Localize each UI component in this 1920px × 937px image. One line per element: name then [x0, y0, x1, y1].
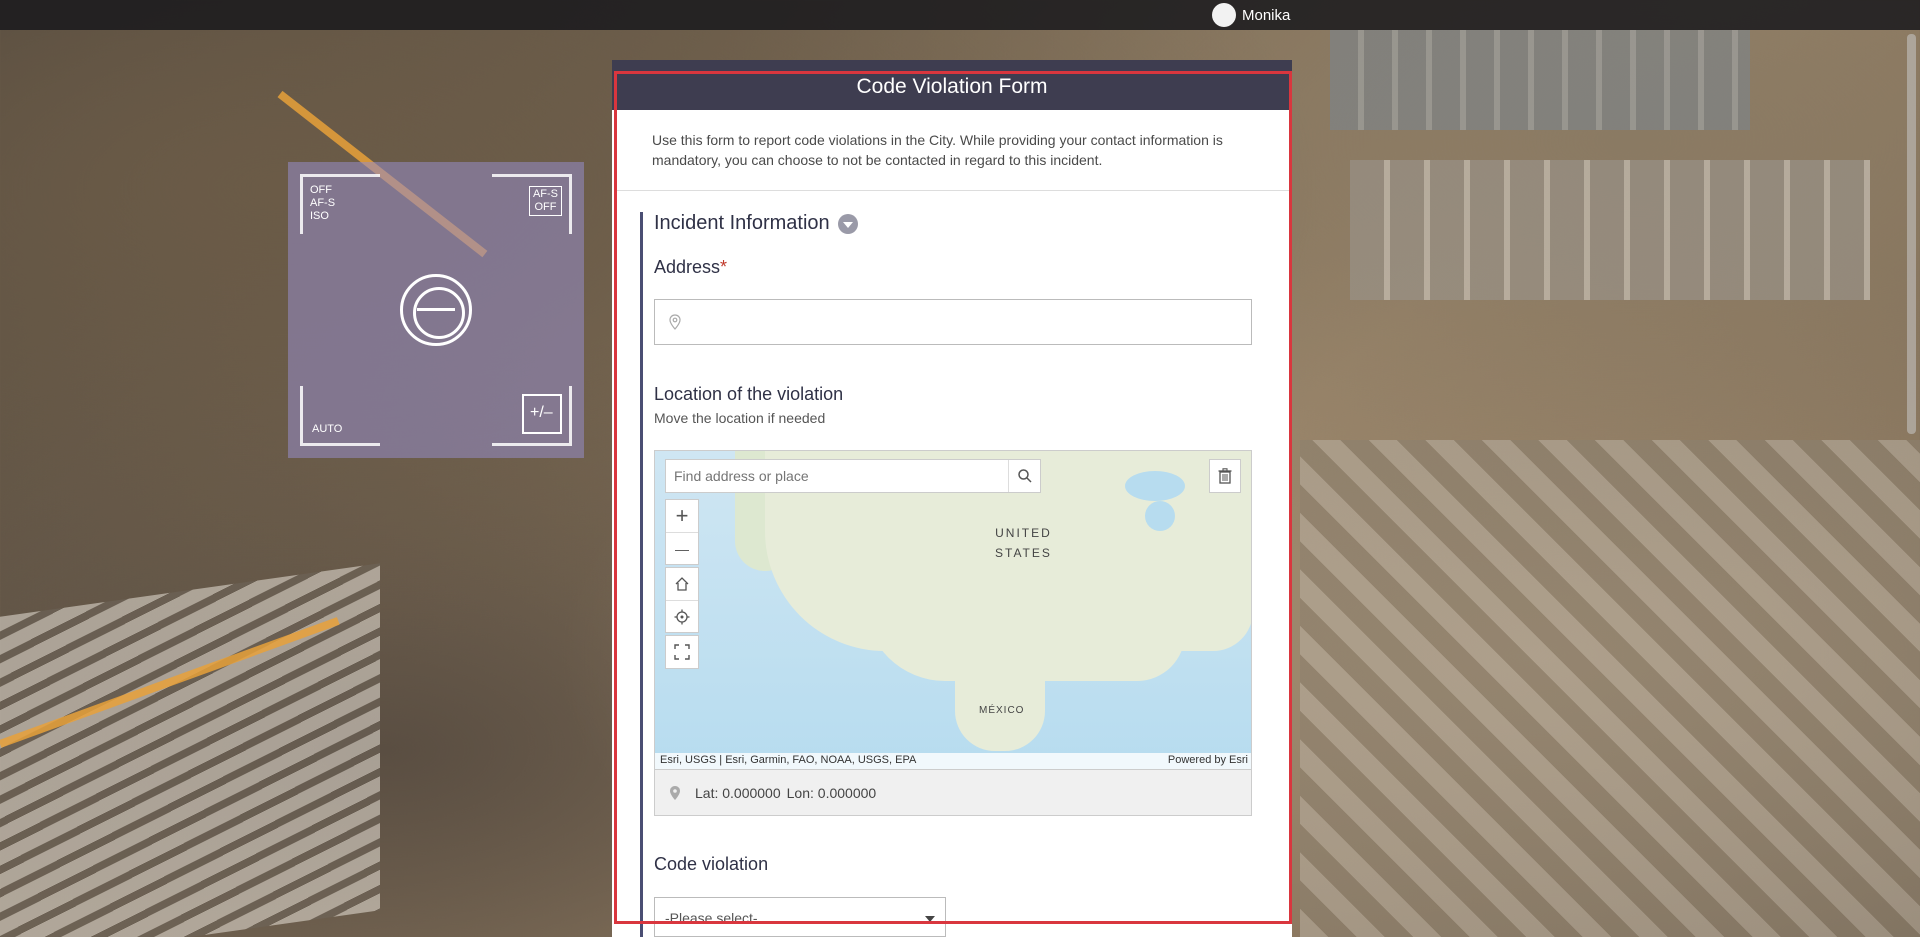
top-bar: Monika	[0, 0, 1920, 30]
avatar[interactable]	[1212, 3, 1236, 27]
chevron-down-icon	[925, 916, 935, 922]
section-header-incident[interactable]: Incident Information	[654, 212, 858, 235]
background-building	[1300, 440, 1920, 937]
section-accent-bar	[640, 212, 643, 937]
map-search-button[interactable]	[1008, 460, 1040, 492]
map-label-mexico: MÉXICO	[979, 705, 1025, 716]
fullscreen-control	[665, 635, 699, 669]
camera-mode-label: OFF	[310, 184, 332, 196]
search-icon	[1017, 469, 1032, 483]
location-pin-icon	[669, 314, 681, 330]
camera-mode-label: ISO	[310, 210, 329, 222]
map-label-us: UNITED STATES	[995, 523, 1052, 563]
attribution-left: Esri, USGS | Esri, Garmin, FAO, NOAA, US…	[660, 754, 917, 766]
camera-viewfinder-graphic: OFF AF-S ISO AF-S OFF AUTO +/–	[288, 162, 584, 458]
camera-modes: OFF AF-S ISO	[310, 184, 335, 223]
exposure-icon: +/–	[522, 394, 562, 434]
location-hint: Move the location if needed	[654, 410, 826, 426]
required-marker: *	[720, 257, 728, 277]
viewfinder-corner	[300, 386, 380, 446]
longitude-value: Lon: 0.000000	[786, 784, 877, 801]
code-violation-label: Code violation	[654, 854, 769, 874]
form-header: Code Violation Form	[612, 60, 1292, 110]
location-label: Location of the violation	[654, 384, 844, 404]
address-label-text: Address	[654, 257, 721, 277]
zoom-out-button[interactable]: —	[666, 532, 698, 564]
crosshair-icon	[674, 609, 690, 624]
divider	[614, 190, 1290, 191]
af-badge: AF-S OFF	[528, 186, 562, 216]
zoom-controls: + —	[665, 499, 699, 565]
locate-button[interactable]	[666, 600, 698, 632]
location-map[interactable]: UNITED STATES MÉXICO Find address or pla…	[654, 450, 1252, 770]
coordinates-bar: Lat: 0.000000 Lon: 0.000000	[654, 770, 1252, 816]
map-nav-controls	[665, 567, 699, 633]
home-button[interactable]	[666, 568, 698, 600]
attribution-right[interactable]: Powered by Esri	[1168, 754, 1248, 768]
af-badge-label: OFF	[534, 201, 557, 213]
form-title: Code Violation Form	[856, 75, 1048, 98]
exposure-label: +/–	[530, 404, 553, 421]
collapse-toggle-icon[interactable]	[837, 213, 858, 234]
background-building	[0, 563, 380, 937]
zoom-in-button[interactable]: +	[666, 500, 698, 532]
latitude-value: Lat: 0.000000	[695, 784, 781, 801]
fullscreen-button[interactable]	[666, 636, 698, 668]
clear-location-button[interactable]	[1209, 459, 1241, 493]
scrollbar-thumb[interactable]	[1907, 34, 1916, 434]
map-label-text: STATES	[995, 546, 1052, 560]
section-title: Incident Information	[654, 212, 830, 234]
map-lake	[1125, 471, 1185, 501]
map-search-input[interactable]	[666, 460, 1008, 492]
address-label: Address*	[654, 257, 727, 278]
camera-mode-label: AF-S	[310, 197, 336, 209]
zoom-out-icon: —	[675, 540, 689, 557]
af-badge-label: AF-S	[532, 188, 558, 200]
username: Monika	[1242, 6, 1291, 24]
trash-icon	[1218, 468, 1232, 484]
fullscreen-icon	[674, 644, 690, 660]
map-search-box[interactable]	[665, 459, 1041, 493]
shutter-icon	[400, 274, 472, 346]
form-panel: Code Violation Form Use this form to rep…	[612, 60, 1292, 937]
home-icon	[675, 577, 689, 591]
map-label-text: UNITED	[995, 526, 1052, 540]
user-menu[interactable]: Monika	[1212, 3, 1290, 27]
zoom-in-icon: +	[675, 503, 689, 528]
code-violation-select[interactable]: -Please select-	[654, 897, 946, 937]
map-lake	[1145, 501, 1175, 531]
address-input[interactable]	[654, 299, 1252, 345]
location-pin-icon	[670, 785, 680, 800]
form-description: Use this form to report code violations …	[652, 132, 1223, 168]
background-building	[1330, 30, 1750, 130]
map-attribution: Esri, USGS | Esri, Garmin, FAO, NOAA, US…	[655, 753, 1251, 769]
background-building	[1350, 160, 1870, 300]
auto-label: AUTO	[312, 423, 343, 435]
select-value: -Please select-	[665, 910, 758, 926]
